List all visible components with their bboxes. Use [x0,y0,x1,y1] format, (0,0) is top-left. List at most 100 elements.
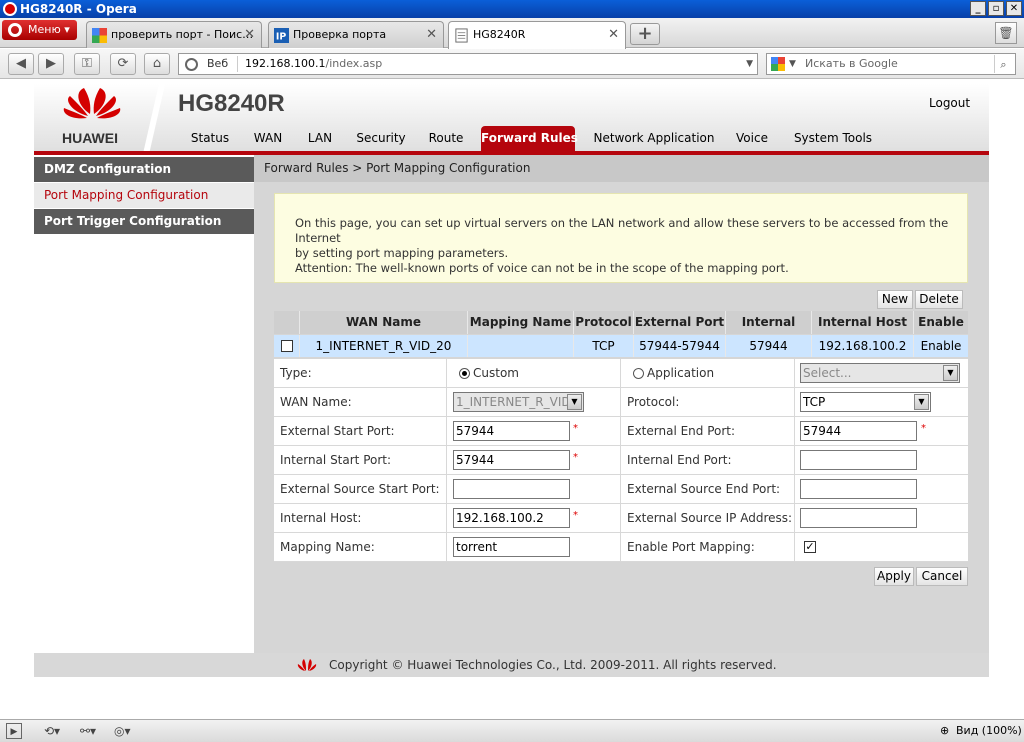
opera-menu-button[interactable]: Меню ▾ [2,20,77,40]
svg-text:IP: IP [276,31,286,42]
application-select-value: Select... [803,366,852,380]
tab-label: проверить порт - Поис… [111,28,254,41]
table-cell-protocol[interactable]: TCP [574,335,634,357]
router-page: HUAWEI HG8240R Logout Status WAN LAN Sec… [34,84,989,677]
enable-port-mapping-label: Enable Port Mapping: [620,533,755,562]
tab-close-icon[interactable]: ✕ [244,22,255,48]
table-cell-wan[interactable]: 1_INTERNET_R_VID_20 [300,335,468,357]
info-text: On this page, you can set up virtual ser… [295,216,949,245]
page-icon [455,28,468,43]
turbo-icon[interactable]: ◎▾ [114,723,140,739]
nav-network-application[interactable]: Network Application [588,126,720,151]
sidebar-item-port-trigger[interactable]: Port Trigger Configuration [34,209,254,234]
cancel-button[interactable]: Cancel [916,567,968,586]
mapping-name-input[interactable]: torrent [453,537,570,557]
tab-search[interactable]: проверить порт - Поис… ✕ [86,21,262,48]
table-cell-internal-port[interactable]: 57944 [726,335,812,357]
table-header: Internal Port [726,311,812,352]
tab-close-icon[interactable]: ✕ [426,22,437,48]
wand-key-icon[interactable]: ⚿ [74,53,100,75]
tab-port-check[interactable]: IP Проверка порта ✕ [268,21,444,48]
type-label: Type: [280,366,312,380]
nav-security[interactable]: Security [348,126,414,151]
delete-button[interactable]: Delete [915,290,963,309]
wan-name-cell: 1_INTERNET_R_VID ▼ [446,388,620,417]
logout-link[interactable]: Logout [929,96,970,110]
unite-icon[interactable]: ⚯▾ [80,723,106,739]
table-header: Enable [914,311,968,334]
nav-status[interactable]: Status [184,126,236,151]
search-box[interactable]: ▼ Искать в Google ⌕ [766,53,1016,75]
table-cell-mapping[interactable] [468,335,574,357]
external-end-port-input[interactable]: 57944 [800,421,917,441]
internal-host-input[interactable]: 192.168.100.2 [453,508,570,528]
external-source-start-port-input[interactable] [453,479,570,499]
nav-system-tools[interactable]: System Tools [786,126,880,151]
internal-end-port-label: Internal End Port: [620,446,732,475]
external-start-port-input[interactable]: 57944 [453,421,570,441]
table-cell-external-port[interactable]: 57944-57944 [634,335,726,357]
status-bar: ▶ ⟲▾ ⚯▾ ◎▾ ⊕ Вид (100%) [0,719,1024,742]
page-footer: Copyright © Huawei Technologies Co., Ltd… [34,653,989,677]
form-row-external-ports: External Start Port: 57944 * External En… [274,417,968,446]
protocol-value: TCP [803,395,826,409]
table-header: WAN Name [300,311,468,334]
external-start-port-label: External Start Port: [280,424,395,438]
table-cell-enable[interactable]: Enable [914,335,968,357]
sidebar: DMZ Configuration Port Mapping Configura… [34,155,254,653]
enable-port-mapping-checkbox[interactable]: ✓ [804,541,816,553]
nav-forward-rules[interactable]: Forward Rules [481,126,578,151]
trash-icon[interactable]: 🗑 [995,22,1017,44]
apply-button[interactable]: Apply [874,567,914,586]
row-checkbox[interactable] [281,340,293,352]
new-button[interactable]: New [877,290,913,309]
address-bar[interactable]: Веб 192.168.100.1/index.asp ▼ [178,53,758,75]
sidebar-item-port-mapping[interactable]: Port Mapping Configuration [34,183,254,208]
page-header: HUAWEI HG8240R Logout Status WAN LAN Sec… [34,84,989,155]
forward-button[interactable]: ▶ [38,53,64,75]
chevron-down-icon[interactable]: ▼ [746,54,753,74]
new-tab-button[interactable]: + [630,23,660,45]
tab-close-icon[interactable]: ✕ [608,22,619,48]
external-source-ip-input[interactable] [800,508,917,528]
home-button[interactable]: ⌂ [144,53,170,75]
sidebar-item-dmz[interactable]: DMZ Configuration [34,157,254,182]
application-select[interactable]: Select... ▼ [800,363,960,383]
reload-button[interactable]: ⟳ [110,53,136,75]
wan-name-select[interactable]: 1_INTERNET_R_VID ▼ [453,392,584,412]
back-button[interactable]: ◀ [8,53,34,75]
close-window-button[interactable]: ✕ [1006,1,1022,16]
url-host: 192.168.100.1 [245,57,326,70]
nav-wan[interactable]: WAN [244,126,292,151]
search-engine-dropdown-icon[interactable]: ▼ [789,54,796,74]
form-row-host: Internal Host: 192.168.100.2 * External … [274,504,968,533]
protocol-cell: TCP ▼ [794,388,968,417]
enable-port-mapping-cell: ✓ [794,533,968,562]
external-source-end-cell [794,475,968,504]
internal-start-port-input[interactable]: 57944 [453,450,570,470]
form-row-wan: WAN Name: 1_INTERNET_R_VID ▼ Protocol: T… [274,388,968,417]
table-cell-internal-host[interactable]: 192.168.100.2 [812,335,914,357]
huawei-footer-logo-icon [297,659,317,671]
ip-icon: IP [274,28,289,43]
external-source-end-port-input[interactable] [800,479,917,499]
external-source-ip-cell [794,504,968,533]
address-url[interactable]: 192.168.100.1/index.asp [245,54,382,74]
protocol-select[interactable]: TCP ▼ [800,392,931,412]
zoom-icon[interactable]: ⊕ [940,720,949,742]
zoom-level[interactable]: Вид (100%) [956,720,1022,742]
search-icon[interactable]: ⌕ [994,55,1012,73]
tab-hg8240r[interactable]: HG8240R ✕ [448,21,626,49]
type-application-label: Application [647,366,715,380]
maximize-button[interactable]: ▫ [988,1,1004,16]
sync-icon[interactable]: ⟲▾ [44,723,70,739]
minimize-button[interactable]: _ [970,1,986,16]
window-title: HG8240R - Opera [20,2,137,16]
nav-voice[interactable]: Voice [730,126,774,151]
nav-route[interactable]: Route [424,126,468,151]
internal-end-port-input[interactable] [800,450,917,470]
panel-toggle-icon[interactable]: ▶ [6,723,22,739]
nav-lan[interactable]: LAN [302,126,338,151]
address-prefix: Веб [207,57,229,70]
info-box: On this page, you can set up virtual ser… [274,193,968,283]
